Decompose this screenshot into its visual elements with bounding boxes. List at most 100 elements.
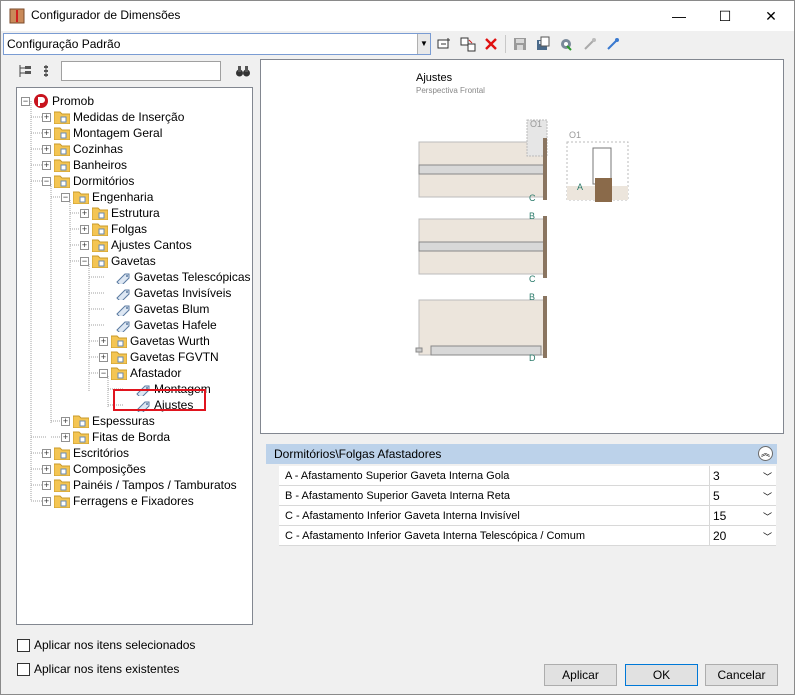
folder-icon <box>54 111 70 124</box>
ok-button[interactable]: OK <box>625 664 698 686</box>
folder-icon <box>111 351 127 364</box>
tree-node-gavetas-blum[interactable]: Gavetas Blum <box>115 301 209 317</box>
folder-icon <box>54 143 70 156</box>
folder-open-icon <box>92 255 108 268</box>
properties-header: Dormitórios\Folgas Afastadores ︽ <box>266 444 777 464</box>
label-c-1: C <box>529 193 536 203</box>
folder-icon <box>92 239 108 252</box>
chevron-down-icon[interactable]: ▼ <box>417 34 430 54</box>
search-input-field[interactable] <box>62 62 220 80</box>
label-o1-a: O1 <box>530 119 543 129</box>
folder-icon <box>111 335 127 348</box>
label-o1-b: O1 <box>569 130 582 140</box>
property-row: A - Afastamento Superior Gaveta Interna … <box>279 466 776 486</box>
label-b-2: B <box>529 292 536 302</box>
property-label: B - Afastamento Superior Gaveta Interna … <box>285 490 511 502</box>
tree-node-engenharia[interactable]: − Engenharia <box>61 189 153 205</box>
tree-node-espessuras[interactable]: + Espessuras <box>61 413 155 429</box>
new-config-icon[interactable] <box>434 34 454 54</box>
collapse-icon[interactable]: ︽ <box>758 446 773 461</box>
selection-highlight <box>113 389 206 411</box>
folder-open-icon <box>111 367 127 380</box>
folder-icon <box>54 463 70 476</box>
label-c-2: C <box>529 274 536 284</box>
configuration-select-value: Configuração Padrão <box>7 37 121 51</box>
delete-icon[interactable] <box>481 34 501 54</box>
close-button[interactable]: ✕ <box>748 1 794 31</box>
tree-node-fitas-de-borda[interactable]: + Fitas de Borda <box>61 429 170 445</box>
promob-logo-icon <box>34 94 48 108</box>
tree-node-gavetas-telescopicas[interactable]: Gavetas Telescópicas <box>115 269 251 285</box>
tree-node-promob[interactable]: − Promob <box>21 93 94 109</box>
property-value-select[interactable]: 20 ﹀ <box>709 526 775 545</box>
property-value-select[interactable]: 15 ﹀ <box>709 506 775 525</box>
folder-icon <box>54 447 70 460</box>
tree-node-estrutura[interactable]: + Estrutura <box>80 205 160 221</box>
ruler-tag-icon <box>116 289 130 300</box>
dialog-window: Configurador de Dimensões — ☐ ✕ Configur… <box>0 0 795 695</box>
tree-node-gavetas-hafele[interactable]: Gavetas Hafele <box>115 317 217 333</box>
search-input[interactable] <box>61 61 221 81</box>
configuration-select[interactable]: Configuração Padrão ▼ <box>3 33 431 55</box>
property-value-select[interactable]: 3 ﹀ <box>709 466 775 485</box>
save-as-icon[interactable] <box>533 34 553 54</box>
tree-node-composicoes[interactable]: + Composições <box>42 461 146 477</box>
ruler-tag-icon <box>116 321 130 332</box>
settings-icon[interactable] <box>556 34 576 54</box>
apply-button[interactable]: Aplicar <box>544 664 617 686</box>
property-label: A - Afastamento Superior Gaveta Interna … <box>285 470 510 482</box>
apply-selected-label: Aplicar nos itens selecionados <box>34 638 196 652</box>
export-icon[interactable] <box>603 34 623 54</box>
import-icon[interactable] <box>580 34 600 54</box>
property-row: C - Afastamento Inferior Gaveta Interna … <box>279 526 776 546</box>
tree-node-folgas[interactable]: + Folgas <box>80 221 147 237</box>
folder-icon <box>54 495 70 508</box>
maximize-button[interactable]: ☐ <box>702 1 748 31</box>
ruler-tag-icon <box>116 273 130 284</box>
collapse-tree-icon[interactable] <box>38 61 58 81</box>
label-d: D <box>529 353 536 363</box>
tree-node-montagem-geral[interactable]: + Montagem Geral <box>42 125 162 141</box>
category-tree[interactable]: − Promob + Medidas de Inserção + Montage… <box>16 87 253 625</box>
tree-node-paineis[interactable]: + Painéis / Tampos / Tamburatos <box>42 477 237 493</box>
tree-node-afastador[interactable]: − Afastador <box>99 365 181 381</box>
tree-node-gavetas-fgvtn[interactable]: + Gavetas FGVTN <box>99 349 219 365</box>
chevron-down-icon: ﹀ <box>762 532 772 542</box>
tree-node-banheiros[interactable]: + Banheiros <box>42 157 127 173</box>
preview-panel: Ajustes Perspectiva Frontal O1 O1 A C B … <box>260 59 784 434</box>
property-label: C - Afastamento Inferior Gaveta Interna … <box>285 530 585 542</box>
label-b-1: B <box>529 211 536 221</box>
property-value-select[interactable]: 5 ﹀ <box>709 486 775 505</box>
tree-node-escritorios[interactable]: + Escritórios <box>42 445 129 461</box>
tree-node-medidas-insercao[interactable]: + Medidas de Inserção <box>42 109 184 125</box>
tree-node-gavetas[interactable]: − Gavetas <box>80 253 156 269</box>
chevron-down-icon: ﹀ <box>762 472 772 482</box>
tree-node-gavetas-wurth[interactable]: + Gavetas Wurth <box>99 333 210 349</box>
apply-selected-checkbox[interactable] <box>17 639 30 652</box>
folder-icon <box>54 159 70 172</box>
property-row: B - Afastamento Superior Gaveta Interna … <box>279 486 776 506</box>
chevron-down-icon: ﹀ <box>762 492 772 502</box>
cancel-button[interactable]: Cancelar <box>705 664 778 686</box>
property-label: C - Afastamento Inferior Gaveta Interna … <box>285 510 520 522</box>
folder-icon <box>73 431 89 444</box>
drawer-diagram <box>415 119 629 358</box>
find-binoculars-icon[interactable] <box>233 61 253 81</box>
ruler-tag-icon <box>116 305 130 316</box>
tree-node-cozinhas[interactable]: + Cozinhas <box>42 141 123 157</box>
tree-node-dormitorios[interactable]: − Dormitórios <box>42 173 134 189</box>
chevron-down-icon: ﹀ <box>762 512 772 522</box>
tree-node-ferragens[interactable]: + Ferragens e Fixadores <box>42 493 194 509</box>
minimize-button[interactable]: — <box>656 1 702 31</box>
tree-node-ajustes-cantos[interactable]: + Ajustes Cantos <box>80 237 192 253</box>
tree-node-gavetas-invisiveis[interactable]: Gavetas Invisíveis <box>115 285 231 301</box>
folder-open-icon <box>73 191 89 204</box>
property-row: C - Afastamento Inferior Gaveta Interna … <box>279 506 776 526</box>
apply-existing-checkbox[interactable] <box>17 663 30 676</box>
expand-tree-icon[interactable] <box>15 61 35 81</box>
save-icon[interactable] <box>510 34 530 54</box>
apply-existing-label: Aplicar nos itens existentes <box>34 662 180 676</box>
copy-config-icon[interactable] <box>458 34 478 54</box>
label-a: A <box>577 182 584 192</box>
toolbar-separator <box>505 35 506 53</box>
